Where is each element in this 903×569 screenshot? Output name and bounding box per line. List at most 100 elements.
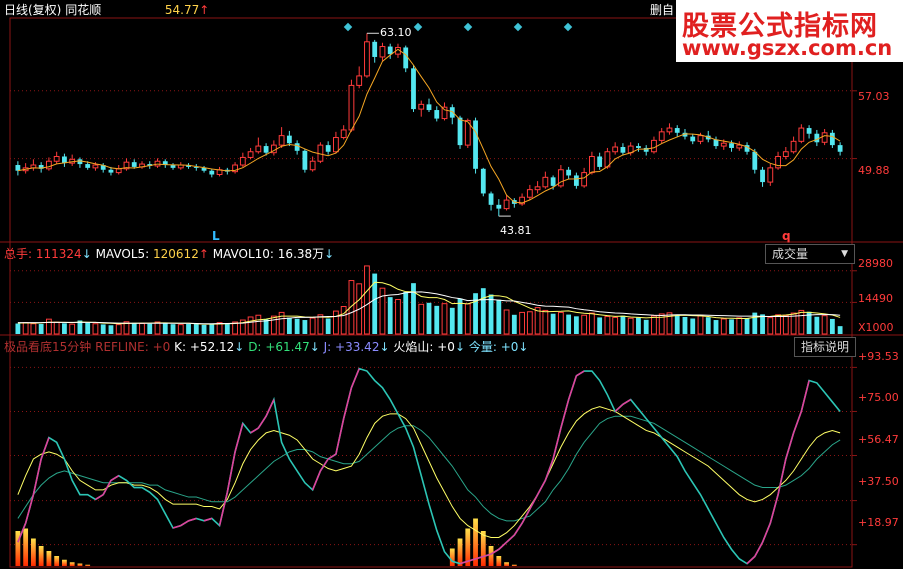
candle-body: [356, 75, 363, 86]
candle-body: [829, 132, 835, 146]
indicator-axis-label: +75.00: [858, 391, 899, 404]
candle-body: [480, 168, 486, 194]
candle-body: [837, 145, 843, 152]
volume-bar: [682, 316, 688, 334]
fire-bar: [511, 564, 517, 566]
candle-body: [526, 189, 533, 198]
k-line: [17, 406, 841, 538]
candle-body: [457, 117, 463, 146]
k-value: +52.12: [189, 340, 235, 354]
volume-bar: [829, 318, 835, 334]
fire-bar: [69, 562, 75, 566]
volume-bar: [837, 326, 843, 334]
candle-body: [309, 160, 316, 171]
j-line-rising: [342, 387, 353, 419]
signal-diamond: [563, 22, 573, 32]
fire-bar: [504, 562, 509, 566]
j-line-rising: [218, 492, 229, 526]
stock-chart[interactable]: [0, 0, 903, 569]
volume-bar: [247, 316, 254, 335]
candle-body: [790, 140, 797, 153]
volume-bar: [434, 305, 440, 334]
candle-body: [411, 68, 416, 110]
fire-bar: [38, 546, 44, 566]
volume-bar: [403, 291, 409, 334]
fire-bar: [85, 564, 91, 566]
volume-bar: [798, 309, 805, 335]
indicator-help-button[interactable]: 指标说明: [794, 337, 857, 357]
candle-body: [697, 135, 704, 142]
volume-bar: [15, 323, 21, 334]
d-value: +61.47: [265, 340, 310, 354]
volume-bar: [270, 315, 277, 335]
volume-bar: [697, 315, 704, 335]
indicator-lines: [15, 367, 841, 566]
volume-bar: [736, 317, 743, 335]
period-label[interactable]: 日线(复权): [4, 3, 61, 17]
indicator-select[interactable]: 成交量 ▼: [765, 244, 855, 264]
candle-body: [286, 135, 292, 144]
volume-bar: [627, 317, 634, 335]
fire-bar: [480, 531, 486, 566]
candle-body: [775, 155, 781, 169]
candle-body: [92, 164, 99, 169]
volume-bar: [720, 318, 727, 335]
candle-body: [581, 172, 588, 187]
down-arrow-icon: ↓: [81, 247, 92, 261]
price-ma-line: [17, 48, 841, 204]
down-arrow-icon: ↓: [379, 340, 390, 354]
candle-body: [108, 169, 114, 173]
volume-bar: [496, 299, 502, 334]
candle-body: [209, 170, 215, 175]
j-label: J:: [323, 340, 332, 354]
candle-body: [278, 135, 285, 146]
candle-body: [612, 146, 619, 153]
j-line-rising: [529, 494, 539, 510]
volume-bar: [325, 318, 331, 334]
mavol5-label: MAVOL5:: [95, 247, 150, 261]
stock-name: 同花顺: [65, 3, 102, 17]
candle-body: [620, 147, 626, 153]
volume-bar: [177, 324, 184, 335]
candle-body: [597, 156, 603, 167]
j-line-rising: [785, 432, 795, 460]
fire-bar: [54, 556, 60, 566]
indicator-axis-label: +37.50: [858, 475, 899, 488]
last-price: 54.77: [164, 3, 200, 17]
candle-body: [720, 142, 727, 147]
fire-label: 火焰山:: [393, 340, 434, 354]
volume-bar: [588, 312, 595, 335]
chart-frame: [9, 17, 853, 568]
j-line-rising: [513, 522, 523, 536]
volume-bar: [729, 319, 734, 334]
volume-bar: [69, 323, 76, 335]
volume-bar: [263, 319, 269, 334]
volume-bar: [340, 306, 347, 335]
chart-header: 日线(复权) 同花顺 54.77↑: [4, 2, 209, 18]
chart-grid: [0, 17, 903, 568]
volume-bar: [379, 287, 386, 335]
j-line-rising: [265, 399, 275, 417]
marker-l: L: [212, 229, 220, 243]
up-arrow-icon: ↑: [199, 3, 210, 17]
volume-bar: [364, 265, 370, 335]
volume-bar: [488, 294, 494, 334]
delete-label[interactable]: 删自: [650, 2, 674, 18]
volume-bar: [131, 322, 137, 334]
volume-bar: [612, 316, 619, 335]
volume-bar: [92, 323, 99, 335]
low-price-label: 43.81: [500, 224, 532, 237]
candle-body: [760, 169, 765, 183]
candle-body: [690, 136, 696, 142]
volume-bar: [62, 323, 67, 334]
mavol5-value: 120612: [153, 247, 199, 261]
signal-diamond: [513, 22, 523, 32]
volume-bar: [705, 317, 711, 334]
j-line-rising: [567, 375, 578, 400]
volume-bar: [566, 314, 572, 334]
indicator-name[interactable]: 极品看底15分钟: [4, 340, 91, 354]
volume-bar: [821, 315, 828, 335]
candle-body: [131, 162, 137, 167]
indicator-header: 极品看底15分钟 REFLINE: +0 K: +52.12↓ D: +61.4…: [4, 339, 528, 355]
volume-bar: [690, 318, 696, 334]
